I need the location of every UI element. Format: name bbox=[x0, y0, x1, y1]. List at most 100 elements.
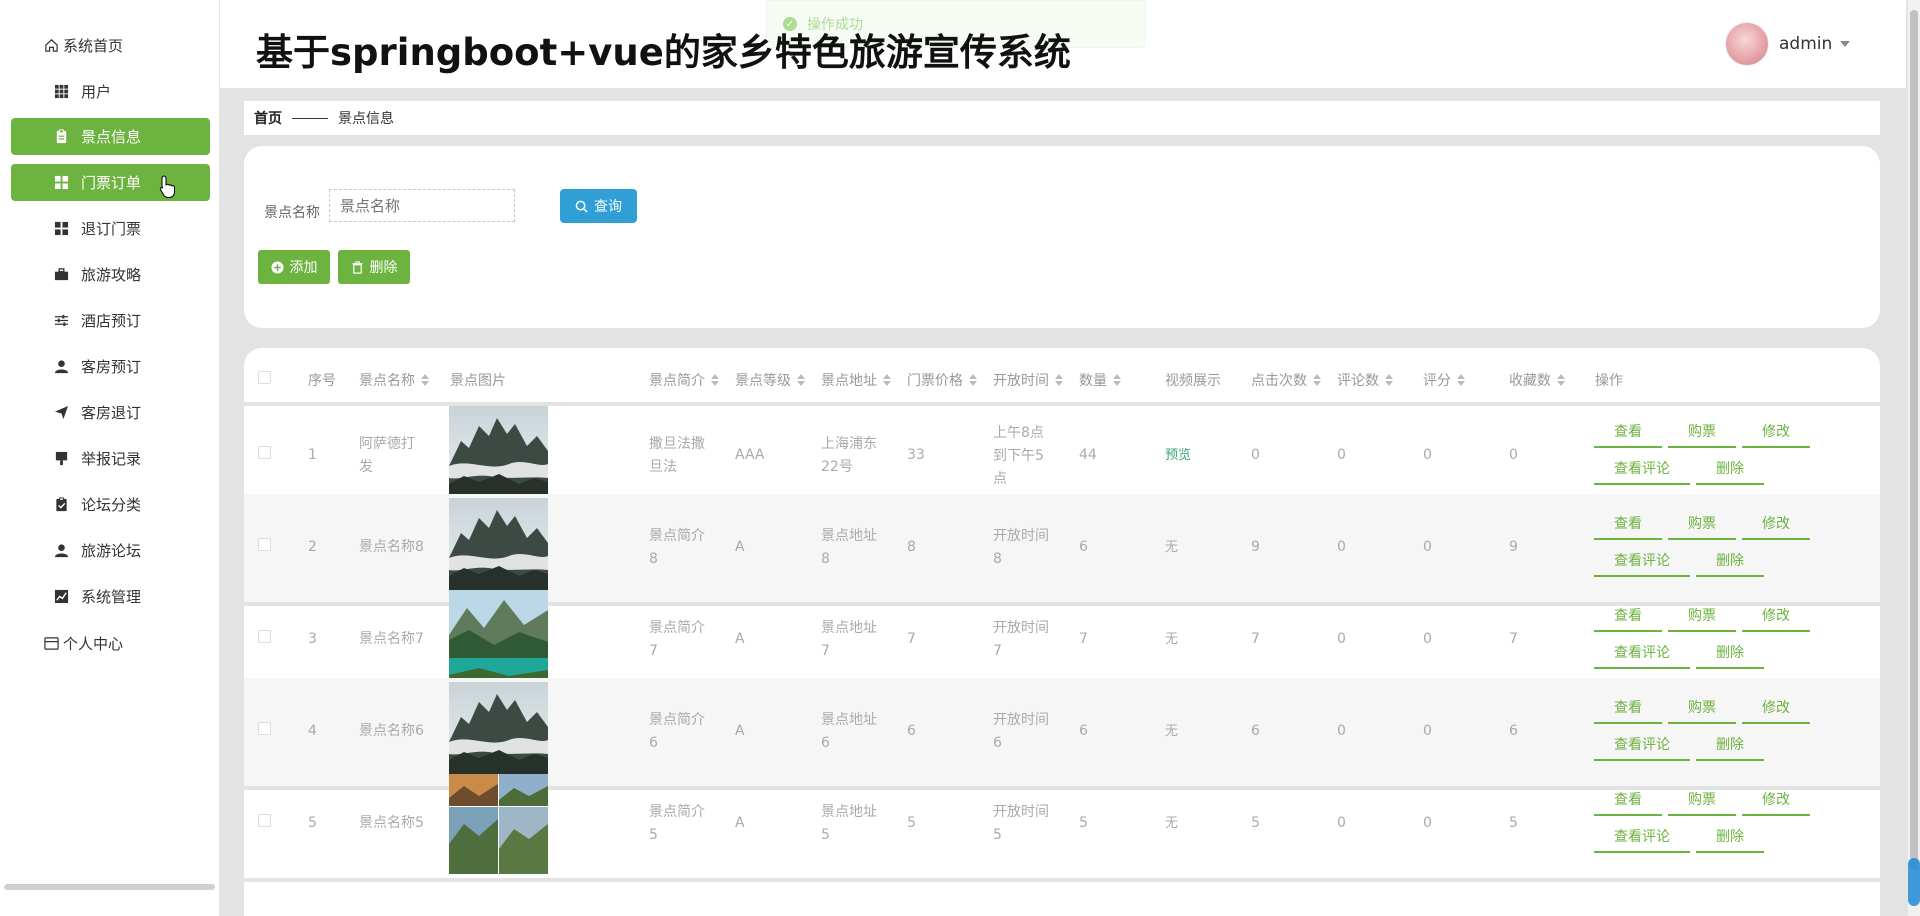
sidebar-item-system-management[interactable]: 系统管理 bbox=[11, 578, 210, 615]
column-header[interactable]: 景点名称 bbox=[359, 370, 429, 390]
buy-ticket-button[interactable]: 购票 bbox=[1668, 692, 1736, 724]
edit-button[interactable]: 修改 bbox=[1742, 508, 1810, 540]
sidebar-item-hotel-booking[interactable]: 酒店预订 bbox=[11, 302, 210, 339]
column-header[interactable]: 评分 bbox=[1423, 370, 1465, 390]
column-header[interactable]: 点击次数 bbox=[1251, 370, 1321, 390]
sidebar-item-travel-forum[interactable]: 旅游论坛 bbox=[11, 532, 210, 569]
sidebar-item-ticket-orders[interactable]: 门票订单 bbox=[11, 164, 210, 201]
query-button[interactable]: 查询 bbox=[560, 189, 637, 223]
row-name: 景点名称8 bbox=[359, 539, 424, 555]
view-comments-button[interactable]: 查看评论 bbox=[1594, 453, 1690, 485]
row-checkbox[interactable] bbox=[258, 630, 271, 643]
row-index: 3 bbox=[308, 631, 317, 647]
sidebar-item-room-booking[interactable]: 客房预订 bbox=[11, 348, 210, 385]
avatar[interactable] bbox=[1725, 22, 1769, 66]
row-comments: 0 bbox=[1337, 723, 1346, 739]
add-button[interactable]: 添加 bbox=[258, 250, 330, 284]
row-delete-button[interactable]: 删除 bbox=[1696, 821, 1764, 853]
sidebar-item-refund-tickets[interactable]: 退订门票 bbox=[11, 210, 210, 247]
caret-down-icon[interactable] bbox=[1840, 41, 1851, 47]
buy-ticket-button[interactable]: 购票 bbox=[1668, 416, 1736, 448]
view-comments-button[interactable]: 查看评论 bbox=[1594, 637, 1690, 669]
row-delete-button[interactable]: 删除 bbox=[1696, 637, 1764, 669]
column-header[interactable]: 收藏数 bbox=[1509, 370, 1565, 390]
row-video[interactable]: 预览 bbox=[1165, 444, 1191, 467]
sidebar-item-travel-guides[interactable]: 旅游攻略 bbox=[11, 256, 210, 293]
row-delete-button[interactable]: 删除 bbox=[1696, 453, 1764, 485]
sidebar-item-label: 景点信息 bbox=[81, 128, 142, 146]
buy-ticket-button[interactable]: 购票 bbox=[1668, 784, 1736, 816]
view-comments-button[interactable]: 查看评论 bbox=[1594, 821, 1690, 853]
buy-ticket-button[interactable]: 购票 bbox=[1668, 508, 1736, 540]
column-header[interactable]: 开放时间 bbox=[993, 370, 1063, 390]
sidebar-scrollbar[interactable] bbox=[4, 884, 215, 890]
scrollbar-handle[interactable] bbox=[1908, 858, 1920, 906]
row-delete-button[interactable]: 删除 bbox=[1696, 729, 1764, 761]
sidebar-item-forum-categories[interactable]: 论坛分类 bbox=[11, 486, 210, 523]
row-comments: 0 bbox=[1337, 447, 1346, 463]
row-intro: 景点简介7 bbox=[649, 620, 705, 659]
delete-button[interactable]: 删除 bbox=[338, 250, 410, 284]
attraction-image[interactable] bbox=[449, 406, 548, 506]
breadcrumb-home[interactable]: 首页 bbox=[254, 108, 282, 128]
view-button[interactable]: 查看 bbox=[1594, 600, 1662, 632]
edit-button[interactable]: 修改 bbox=[1742, 416, 1810, 448]
sidebar-item-users[interactable]: 用户 bbox=[11, 73, 210, 110]
table-row: 5 景点名称5 景点简介5 A 景点地址5 5 开放时间5 5 无 5 0 0 … bbox=[244, 770, 1880, 882]
column-header[interactable]: 数量 bbox=[1079, 370, 1121, 390]
sidebar-item-label: 系统管理 bbox=[81, 588, 142, 606]
sidebar-item-reports[interactable]: 举报记录 bbox=[11, 440, 210, 477]
scrollbar-thumb[interactable] bbox=[1910, 10, 1918, 870]
edit-button[interactable]: 修改 bbox=[1742, 784, 1810, 816]
search-input[interactable] bbox=[329, 189, 515, 222]
sidebar-item-personal-center[interactable]: 个人中心 bbox=[11, 625, 210, 662]
select-all-checkbox[interactable] bbox=[258, 371, 271, 384]
attraction-image[interactable] bbox=[449, 590, 548, 690]
attraction-image[interactable] bbox=[449, 774, 548, 874]
column-header[interactable]: 景点地址 bbox=[821, 370, 891, 390]
row-checkbox[interactable] bbox=[258, 814, 271, 827]
send-icon bbox=[53, 405, 69, 421]
row-comments: 0 bbox=[1337, 539, 1346, 555]
row-delete-button[interactable]: 删除 bbox=[1696, 545, 1764, 577]
view-button[interactable]: 查看 bbox=[1594, 508, 1662, 540]
buy-ticket-button[interactable]: 购票 bbox=[1668, 600, 1736, 632]
column-header[interactable]: 评论数 bbox=[1337, 370, 1393, 390]
page-scrollbar[interactable] bbox=[1908, 0, 1920, 916]
user-menu[interactable]: admin bbox=[1725, 22, 1851, 66]
sort-icon bbox=[797, 374, 805, 386]
column-header[interactable]: 景点简介 bbox=[649, 370, 719, 390]
sliders-icon bbox=[53, 313, 69, 329]
view-comments-button[interactable]: 查看评论 bbox=[1594, 729, 1690, 761]
grid-icon bbox=[53, 84, 69, 100]
row-checkbox[interactable] bbox=[258, 446, 271, 459]
sidebar-item-label: 酒店预订 bbox=[81, 312, 142, 330]
view-button[interactable]: 查看 bbox=[1594, 692, 1662, 724]
column-header: 景点图片 bbox=[450, 373, 506, 389]
column-header[interactable]: 门票价格 bbox=[907, 370, 977, 390]
edit-button[interactable]: 修改 bbox=[1742, 692, 1810, 724]
sidebar-item-room-refund[interactable]: 客房退订 bbox=[11, 394, 210, 431]
username[interactable]: admin bbox=[1779, 34, 1832, 54]
view-button[interactable]: 查看 bbox=[1594, 784, 1662, 816]
row-quantity: 44 bbox=[1079, 447, 1097, 463]
sidebar-item-home[interactable]: 系统首页 bbox=[11, 27, 210, 64]
row-clicks: 6 bbox=[1251, 723, 1260, 739]
view-comments-button[interactable]: 查看评论 bbox=[1594, 545, 1690, 577]
sort-icon bbox=[969, 374, 977, 386]
sidebar-item-label: 旅游论坛 bbox=[81, 542, 142, 560]
edit-button[interactable]: 修改 bbox=[1742, 600, 1810, 632]
attraction-image[interactable] bbox=[449, 498, 548, 598]
attraction-image[interactable] bbox=[449, 682, 548, 782]
clipboard-check-icon bbox=[53, 497, 69, 513]
row-index: 4 bbox=[308, 723, 317, 739]
row-rating: 0 bbox=[1423, 539, 1432, 555]
row-checkbox[interactable] bbox=[258, 722, 271, 735]
briefcase-icon bbox=[53, 267, 69, 283]
row-checkbox[interactable] bbox=[258, 538, 271, 551]
row-index: 1 bbox=[308, 447, 317, 463]
sidebar-item-label: 退订门票 bbox=[81, 220, 142, 238]
column-header[interactable]: 景点等级 bbox=[735, 370, 805, 390]
view-button[interactable]: 查看 bbox=[1594, 416, 1662, 448]
sidebar-item-attractions[interactable]: 景点信息 bbox=[11, 118, 210, 155]
